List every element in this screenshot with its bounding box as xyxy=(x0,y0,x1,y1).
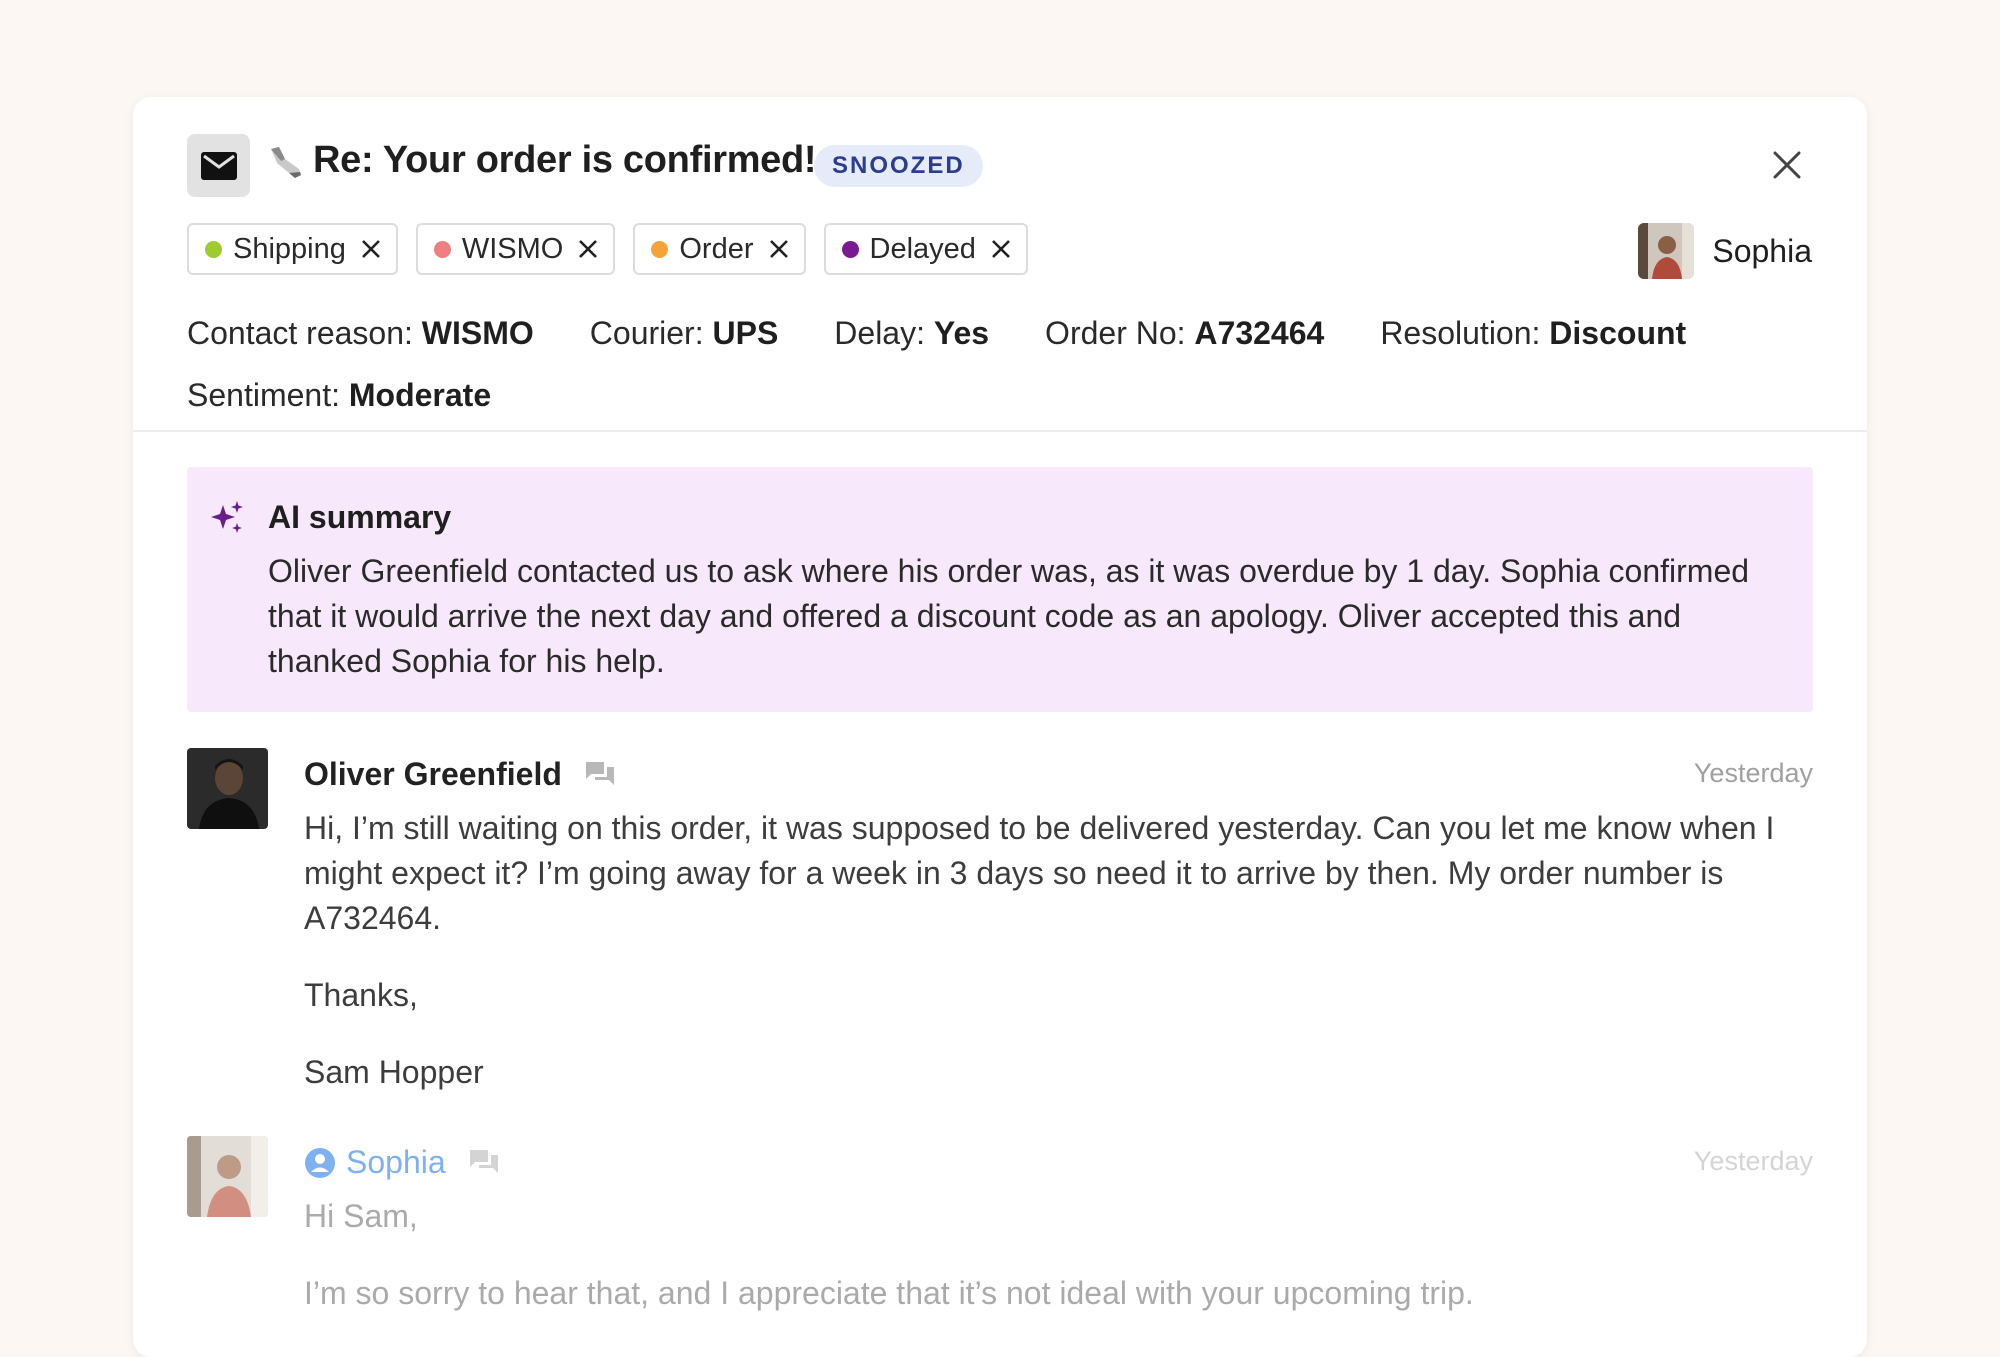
message: Sophia Yesterday Hi Sam, I’m so sorry to… xyxy=(187,1136,1813,1356)
message-sender: Oliver Greenfield xyxy=(304,756,616,793)
remove-tag-icon[interactable] xyxy=(990,238,1012,260)
ticket-header: Re: Your order is confirmed! SNOOZED Shi… xyxy=(133,97,1867,432)
ai-summary-heading: AI summary xyxy=(268,499,452,535)
sender-name[interactable]: Sophia xyxy=(346,1144,446,1181)
tag-order[interactable]: Order xyxy=(633,223,806,275)
assignee-name: Sophia xyxy=(1712,232,1812,269)
avatar xyxy=(187,748,268,829)
remove-tag-icon[interactable] xyxy=(768,238,790,260)
message-sender: Sophia xyxy=(304,1144,500,1181)
tag-label: Shipping xyxy=(233,232,346,265)
running-shoe-icon xyxy=(271,147,301,178)
agent-user-icon xyxy=(305,1147,335,1178)
field-contact-reason: Contact reason: WISMO xyxy=(187,315,534,352)
tag-label: WISMO xyxy=(461,232,564,265)
field-value: A732464 xyxy=(1194,314,1325,351)
message-paragraph: Thanks, xyxy=(304,977,418,1013)
message-timestamp: Yesterday xyxy=(1693,758,1813,788)
field-value: Discount xyxy=(1549,314,1687,351)
close-icon[interactable] xyxy=(1771,149,1803,181)
field-value: Moderate xyxy=(348,376,492,413)
message: Oliver Greenfield Yesterday Hi, I’m stil… xyxy=(187,748,1813,1090)
ticket-title: Re: Your order is confirmed! xyxy=(313,139,817,181)
ticket-panel: Re: Your order is confirmed! SNOOZED Shi… xyxy=(133,97,1867,1357)
tag-list: Shipping WISMO Order Delayed xyxy=(187,223,1028,275)
field-delay: Delay: Yes xyxy=(834,315,989,352)
message-paragraph: Hi, I’m still waiting on this order, it … xyxy=(304,810,1775,936)
message-timestamp: Yesterday xyxy=(1693,1146,1813,1176)
ai-summary-text: Oliver Greenfield contacted us to ask wh… xyxy=(268,553,1750,679)
ticket-fields: Contact reason: WISMO Courier: UPS Delay… xyxy=(187,302,1827,426)
message-body: Hi Sam, I’m so sorry to hear that, and I… xyxy=(304,1194,1814,1348)
field-sentiment: Sentiment: Moderate xyxy=(187,377,491,414)
sparkle-icon xyxy=(211,501,243,533)
field-value: WISMO xyxy=(421,314,534,351)
field-resolution: Resolution: Discount xyxy=(1380,315,1686,352)
message-paragraph: Sam Hopper xyxy=(304,1054,484,1090)
field-value: Yes xyxy=(933,314,990,351)
field-label: Sentiment: xyxy=(187,376,340,413)
message-paragraph: Hi Sam, xyxy=(304,1198,418,1234)
tag-shipping[interactable]: Shipping xyxy=(187,223,398,275)
message-body: Hi, I’m still waiting on this order, it … xyxy=(304,806,1814,1127)
tag-label: Delayed xyxy=(869,232,976,265)
tag-color-dot xyxy=(651,240,669,258)
field-label: Resolution: xyxy=(1380,314,1541,351)
chat-bubble-icon xyxy=(469,1149,498,1173)
tag-color-dot xyxy=(841,240,859,258)
avatar xyxy=(187,1136,268,1217)
field-label: Courier: xyxy=(589,314,704,351)
field-courier: Courier: UPS xyxy=(590,315,779,352)
ai-summary-panel: AI summary Oliver Greenfield contacted u… xyxy=(187,467,1813,712)
email-channel-icon xyxy=(187,134,250,197)
field-label: Order No: xyxy=(1045,314,1186,351)
tag-label: Order xyxy=(679,232,754,265)
remove-tag-icon[interactable] xyxy=(577,238,599,260)
remove-tag-icon[interactable] xyxy=(360,238,382,260)
field-order-number: Order No: A732464 xyxy=(1045,315,1324,352)
chat-bubble-icon xyxy=(585,761,614,785)
assignee[interactable]: Sophia xyxy=(1638,223,1812,279)
tag-color-dot xyxy=(205,240,222,258)
status-badge[interactable]: SNOOZED xyxy=(814,145,983,187)
field-value: UPS xyxy=(712,314,779,351)
field-label: Delay: xyxy=(834,314,925,351)
tag-delayed[interactable]: Delayed xyxy=(823,223,1028,275)
message-paragraph: I’m so sorry to hear that, and I appreci… xyxy=(304,1275,1474,1311)
tag-wismo[interactable]: WISMO xyxy=(415,223,616,275)
field-label: Contact reason: xyxy=(187,314,413,351)
sender-name[interactable]: Oliver Greenfield xyxy=(304,756,562,793)
tag-color-dot xyxy=(433,240,451,258)
avatar xyxy=(1638,223,1695,279)
